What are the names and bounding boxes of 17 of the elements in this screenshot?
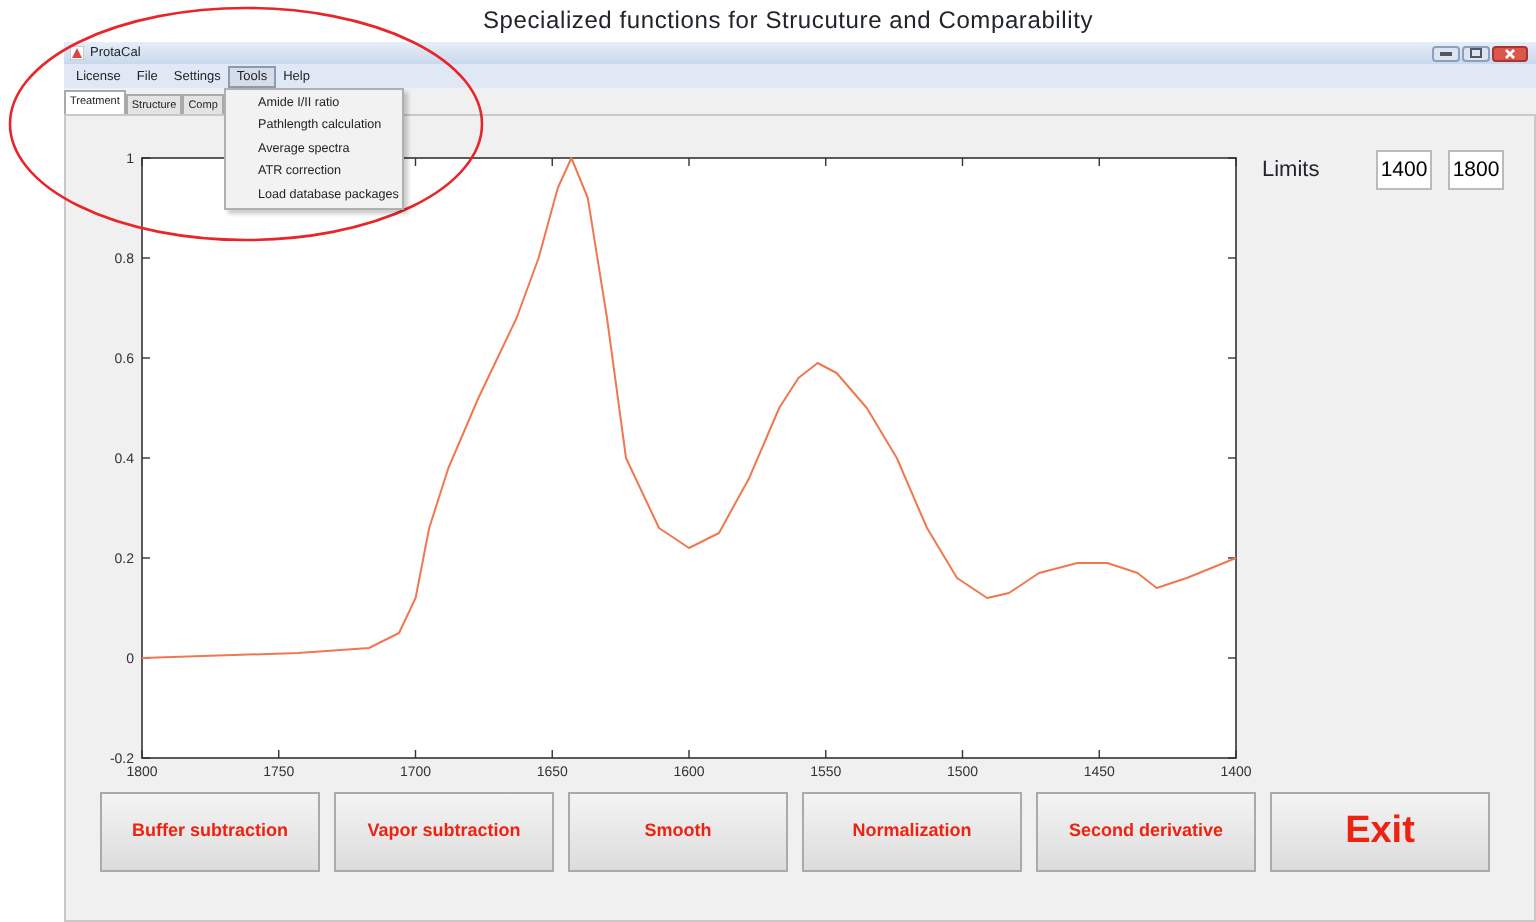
caption: Specialized functions for Strucuture and Comparability [482,6,1093,34]
limits-label: Limits [1262,155,1322,186]
action-button[interactable]: Second derivative [1036,792,1256,872]
limit-field[interactable]: 1800 [1448,150,1504,190]
minimize-button[interactable] [1432,45,1460,61]
action-button[interactable]: Vapor subtraction [334,792,554,872]
restore-icon [1470,48,1482,58]
restore-button[interactable] [1462,45,1490,61]
action-button[interactable]: Smooth [568,792,788,872]
action-button[interactable]: Buffer subtraction [100,792,320,872]
close-button[interactable] [1492,45,1528,61]
action-button[interactable]: Normalization [802,792,1022,872]
limit-field[interactable]: 1400 [1376,150,1432,190]
app-icon [70,46,84,60]
exit-button[interactable]: Exit [1270,792,1490,872]
close-icon [1504,47,1516,59]
minimize-icon [1440,51,1452,55]
